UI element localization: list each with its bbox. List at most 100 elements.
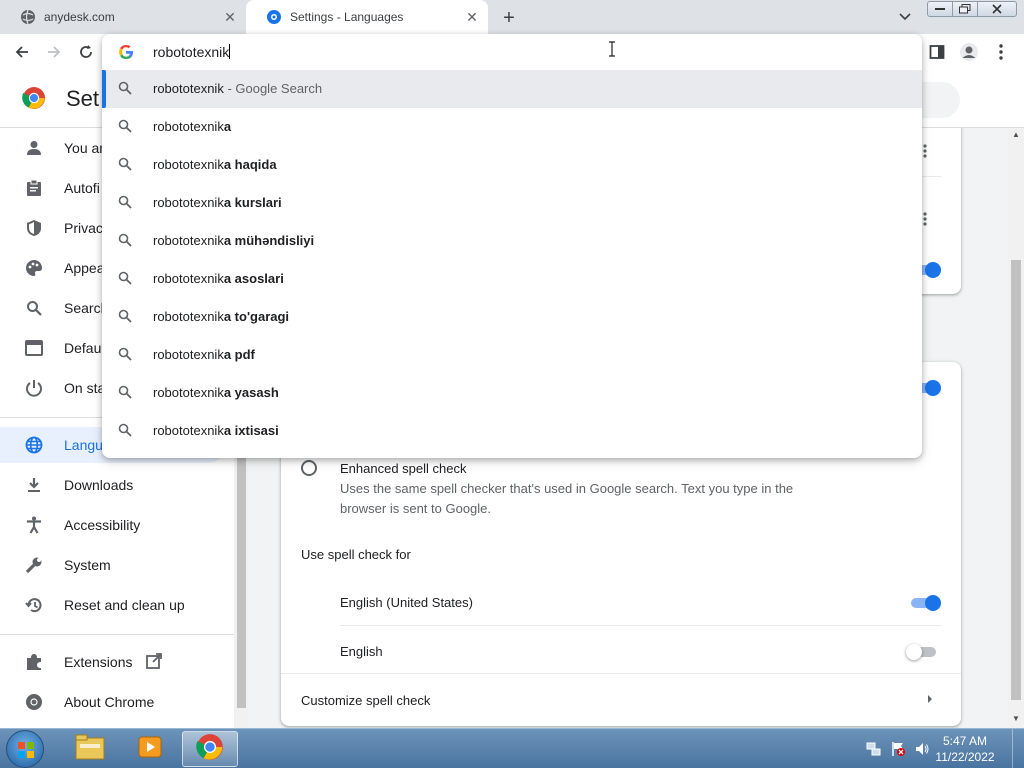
sidebar-item-accessibility[interactable]: Accessibility <box>0 507 234 543</box>
sidebar-item-label: You ar <box>64 140 104 156</box>
sidebar-item-label: Accessibility <box>64 517 141 533</box>
menu-dots-icon[interactable] <box>990 41 1012 63</box>
suggestion-item[interactable]: robototexnika ixtisasi <box>102 412 922 450</box>
suggestion-item[interactable]: robototexnika mühəndisliyi <box>102 222 922 260</box>
divider <box>340 625 941 626</box>
system-clock[interactable]: 5:47 AM 11/22/2022 <box>930 733 1000 765</box>
more-options-icon[interactable] <box>923 212 927 231</box>
sidebar-item-label: Extensions <box>64 654 133 670</box>
forward-icon[interactable] <box>42 40 66 64</box>
more-options-icon[interactable] <box>923 144 927 163</box>
suggestion-text: robototexnika ixtisasi <box>153 423 279 438</box>
omnibox-input-text: robototexnik <box>153 44 230 60</box>
tab-settings-languages[interactable]: Settings - Languages ✕ <box>246 0 488 34</box>
new-tab-button[interactable]: + <box>498 7 520 29</box>
restore-icon <box>24 595 44 615</box>
sidebar-item-label: About Chrome <box>64 694 155 710</box>
sidebar-item-label: Reset and clean up <box>64 597 185 613</box>
minimize-button[interactable] <box>927 1 953 17</box>
show-desktop-button[interactable] <box>1012 729 1024 768</box>
sidebar-divider <box>0 634 234 635</box>
suggestion-text: robototexnika asoslari <box>153 271 284 286</box>
scrollbar-thumb[interactable] <box>1011 260 1021 700</box>
divider <box>281 673 961 674</box>
suggestion-item[interactable]: robototexnika to'garagi <box>102 298 922 336</box>
search-icon <box>118 423 134 439</box>
puzzle-icon <box>24 652 44 672</box>
browser-icon <box>24 338 44 358</box>
sidebar-item-reset[interactable]: Reset and clean up <box>0 587 234 623</box>
side-panel-icon[interactable] <box>926 41 948 63</box>
profile-avatar-icon[interactable] <box>958 41 980 63</box>
close-icon[interactable]: ✕ <box>220 7 240 27</box>
media-player-taskbar-button[interactable] <box>122 731 178 767</box>
customize-spell-check-link[interactable]: Customize spell check <box>301 693 430 708</box>
shield-icon <box>24 218 44 238</box>
file-explorer-taskbar-button[interactable] <box>62 731 118 767</box>
sidebar-item-label: Defau <box>64 340 102 356</box>
wrench-icon <box>24 555 44 575</box>
search-icon <box>118 233 134 249</box>
chrome-taskbar-button[interactable] <box>182 731 238 767</box>
person-icon <box>24 138 44 158</box>
windows-taskbar: 5:47 AM 11/22/2022 <box>0 728 1024 768</box>
enhanced-spell-check-radio[interactable] <box>301 460 317 476</box>
sidebar-item-label: System <box>64 557 111 573</box>
windows-start-button[interactable] <box>6 730 44 768</box>
download-icon <box>24 475 44 495</box>
tab-strip: anydesk.com ✕ Settings - Languages ✕ + <box>0 0 1024 34</box>
chevron-right-icon[interactable] <box>927 693 933 707</box>
search-icon <box>118 347 134 363</box>
close-icon[interactable]: ✕ <box>462 7 482 27</box>
chrome-icon <box>24 692 44 712</box>
omnibox-dropdown: robototexnik robototexnik - Google Searc… <box>102 34 922 458</box>
language-label: English <box>340 644 383 659</box>
omnibox-input[interactable]: robototexnik <box>153 44 231 60</box>
media-player-icon <box>137 734 163 765</box>
suggestion-item[interactable]: robototexnika asoslari <box>102 260 922 298</box>
action-center-flag-icon[interactable] <box>890 741 906 757</box>
sidebar-item-label: On sta <box>64 380 106 396</box>
language-english-us-toggle[interactable] <box>909 595 941 611</box>
restore-button[interactable] <box>952 1 978 17</box>
suggestion-text: robototexnika to'garagi <box>153 309 290 324</box>
content-scrollbar[interactable]: ▲ ▼ <box>1008 128 1024 728</box>
globe-icon <box>20 9 36 25</box>
sidebar-item-label: Autofi <box>64 180 100 196</box>
chrome-logo-icon <box>22 86 46 110</box>
suggestion-item[interactable]: robototexnika pdf <box>102 336 922 374</box>
sidebar-item-downloads[interactable]: Downloads <box>0 467 234 503</box>
sidebar-item-label: Downloads <box>64 477 134 493</box>
search-icon <box>24 298 44 318</box>
enhanced-spell-check-label: Enhanced spell check <box>340 461 467 476</box>
scroll-up-icon[interactable]: ▲ <box>1012 130 1020 139</box>
suggestion-item[interactable]: robototexnika kurslari <box>102 184 922 222</box>
sidebar-item-about-chrome[interactable]: About Chrome <box>0 684 234 720</box>
external-link-icon <box>146 652 163 672</box>
suggestion-item[interactable]: robototexnika haqida <box>102 146 922 184</box>
suggestion-item[interactable]: robototexnik - Google Search <box>102 70 922 108</box>
chevron-down-icon[interactable] <box>896 8 914 26</box>
volume-icon[interactable] <box>914 741 930 757</box>
sidebar-item-system[interactable]: System <box>0 547 234 583</box>
network-icon[interactable] <box>866 741 882 757</box>
reload-icon[interactable] <box>74 40 98 64</box>
suggestion-item[interactable]: robototexnika yasash <box>102 374 922 412</box>
sidebar-item-extensions[interactable]: Extensions <box>0 644 234 680</box>
language-english-toggle[interactable] <box>906 644 938 660</box>
ibeam-cursor-icon <box>608 41 616 62</box>
scroll-down-icon[interactable]: ▼ <box>1012 714 1020 723</box>
suggestion-text: robototexnika kurslari <box>153 195 282 210</box>
suggestion-text: robototexnika haqida <box>153 157 277 172</box>
back-icon[interactable] <box>10 40 34 64</box>
gear-icon <box>266 9 282 25</box>
search-icon <box>118 157 134 173</box>
enhanced-spell-check-description-line2: browser is sent to Google. <box>340 501 492 516</box>
window-close-button[interactable] <box>977 1 1017 17</box>
sidebar-item-label: Appea <box>64 260 105 276</box>
tab-anydesk[interactable]: anydesk.com ✕ <box>0 0 246 34</box>
suggestion-item[interactable]: robototexnika <box>102 108 922 146</box>
search-icon <box>118 195 134 211</box>
tab-title: Settings - Languages <box>290 10 404 24</box>
use-spell-check-for-heading: Use spell check for <box>301 547 411 562</box>
